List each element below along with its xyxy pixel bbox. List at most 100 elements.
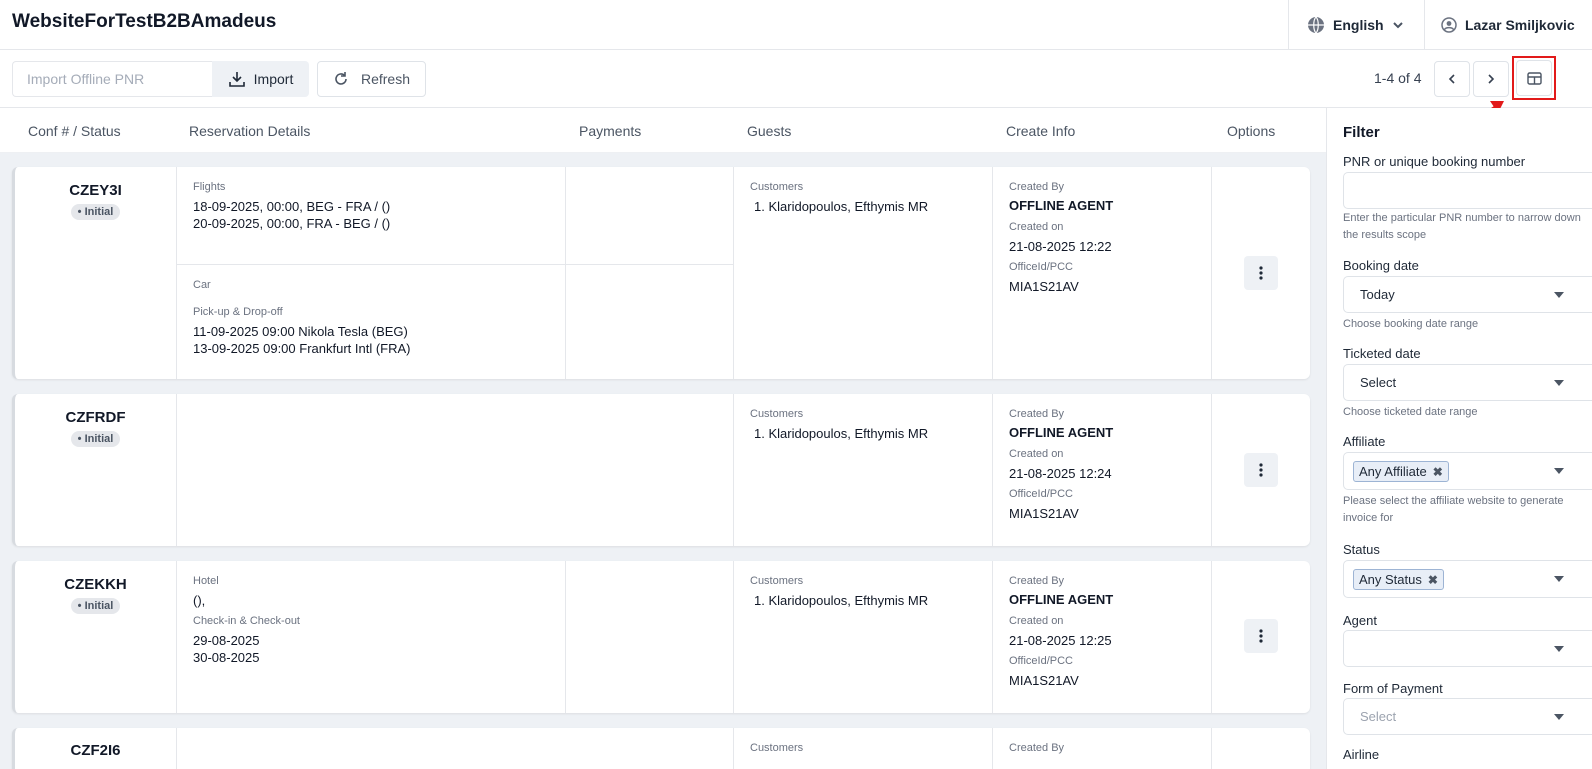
next-page-button[interactable] (1473, 61, 1509, 97)
previous-page-button[interactable] (1434, 61, 1470, 97)
agent-select[interactable] (1343, 630, 1592, 667)
created-by-label: Created By (1009, 742, 1065, 754)
flights-label: Flights (193, 181, 226, 193)
column-create-info: Create Info (1006, 123, 1076, 139)
options-menu-button[interactable] (1244, 453, 1278, 487)
ticketed-date-help: Choose ticketed date range (1343, 406, 1478, 418)
created-by-value: OFFLINE AGENT (1009, 425, 1114, 440)
created-on-value: 21-08-2025 12:22 (1009, 239, 1112, 254)
toolbar: Import Refresh 1-4 of 4 (0, 50, 1592, 108)
more-vertical-icon (1259, 629, 1263, 643)
refresh-button[interactable]: Refresh (317, 61, 426, 97)
user-name: Lazar Smiljkovic (1465, 17, 1575, 33)
chevron-right-icon (1488, 74, 1495, 84)
affiliate-select[interactable]: Any Affiliate ✖ (1343, 452, 1592, 490)
office-id-value: MIA1S21AV (1009, 506, 1079, 521)
pnr-filter-help: Enter the particular PNR number to narro… (1343, 212, 1581, 241)
import-pnr-input[interactable] (12, 61, 212, 97)
remove-tag-icon[interactable]: ✖ (1433, 465, 1443, 479)
created-by-label: Created By (1009, 181, 1065, 193)
status-tag-label: Any Status (1359, 572, 1422, 587)
filter-panel: Filter PNR or unique booking number Ente… (1326, 108, 1592, 769)
options-menu-button[interactable] (1244, 619, 1278, 653)
customer-name: 1. Klaridopoulos, Efthymis MR (754, 426, 929, 441)
customer-name: 1. Klaridopoulos, Efthymis MR (754, 199, 929, 214)
create-info-cell: Created By OFFLINE AGENT Created on 21-0… (993, 167, 1212, 379)
create-info-cell: Created By OFFLINE AGENT Created on 21-0… (993, 561, 1212, 713)
form-of-payment-select[interactable]: Select (1343, 698, 1592, 735)
table-header: Conf # / Status Reservation Details Paym… (0, 108, 1326, 153)
pnr-filter-input[interactable] (1343, 172, 1592, 209)
caret-down-icon (1554, 380, 1564, 386)
user-icon (1441, 17, 1457, 33)
import-button[interactable]: Import (212, 61, 309, 97)
caret-down-icon (1554, 468, 1564, 474)
reservation-details-cell: Flights 18-09-2025, 00:00, BEG - FRA / (… (177, 167, 566, 379)
ticketed-date-label: Ticketed date (1343, 346, 1421, 361)
customers-label: Customers (750, 742, 804, 754)
confirmation-number[interactable]: CZFRDF (15, 409, 176, 426)
import-label: Import (253, 71, 294, 87)
office-id-label: OfficeId/PCC (1009, 488, 1073, 500)
booking-list: CZEY3I • Initial Flights 18-09-2025, 00:… (0, 153, 1326, 769)
reservation-details-cell (177, 728, 734, 769)
booking-card: CZEKKH • Initial Hotel (), Check-in & Ch… (12, 561, 1310, 713)
reservation-details-cell: Hotel (), Check-in & Check-out 29-08-202… (177, 561, 566, 713)
office-id-value: MIA1S21AV (1009, 673, 1079, 688)
download-icon (228, 72, 245, 87)
customer-name: 1. Klaridopoulos, Efthymis MR (754, 593, 929, 608)
column-guests: Guests (747, 123, 792, 139)
globe-icon (1308, 16, 1324, 34)
chevron-left-icon (1448, 74, 1455, 84)
affiliate-help: Please select the affiliate website to g… (1343, 495, 1564, 524)
options-cell (1212, 561, 1310, 713)
conf-status-cell: CZEKKH • Initial (15, 561, 177, 713)
customers-label: Customers (750, 408, 804, 420)
table-view-toggle-button[interactable] (1512, 56, 1556, 100)
checkin-checkout-label: Check-in & Check-out (193, 615, 300, 627)
booking-date-label: Booking date (1343, 258, 1419, 273)
confirmation-number[interactable]: CZF2I6 (15, 742, 176, 759)
ticketed-date-select[interactable]: Select (1343, 364, 1592, 401)
affiliate-tag-label: Any Affiliate (1359, 464, 1427, 479)
section-divider (177, 264, 565, 265)
remove-tag-icon[interactable]: ✖ (1428, 573, 1438, 587)
caret-down-icon (1554, 714, 1564, 720)
booking-date-select[interactable]: Today (1343, 276, 1592, 313)
car-dropoff: 13-09-2025 09:00 Frankfurt Intl (FRA) (193, 341, 411, 356)
car-pickup: 11-09-2025 09:00 Nikola Tesla (BEG) (193, 324, 408, 339)
office-id-value: MIA1S21AV (1009, 279, 1079, 294)
section-divider (566, 264, 733, 265)
status-select[interactable]: Any Status ✖ (1343, 560, 1592, 598)
confirmation-number[interactable]: CZEY3I (15, 182, 176, 199)
affiliate-tag: Any Affiliate ✖ (1353, 461, 1449, 482)
created-by-label: Created By (1009, 575, 1065, 587)
created-on-value: 21-08-2025 12:25 (1009, 633, 1112, 648)
more-vertical-icon (1259, 266, 1263, 280)
refresh-icon (335, 72, 347, 85)
options-menu-button[interactable] (1244, 256, 1278, 290)
column-payments: Payments (579, 123, 642, 139)
app-title: WebsiteForTestB2BAmadeus (12, 11, 277, 32)
pickup-dropoff-label: Pick-up & Drop-off (193, 306, 283, 318)
status-label: Status (1343, 542, 1380, 557)
filter-title: Filter (1343, 124, 1380, 141)
language-label: English (1333, 17, 1384, 33)
language-selector[interactable]: English (1288, 0, 1424, 50)
user-menu[interactable]: Lazar Smiljkovic (1424, 0, 1592, 50)
caret-down-icon (1554, 292, 1564, 298)
created-by-label: Created By (1009, 408, 1065, 420)
form-of-payment-label: Form of Payment (1343, 681, 1443, 696)
create-info-cell: Created By OFFLINE AGENT Created on 21-0… (993, 394, 1212, 546)
created-on-label: Created on (1009, 615, 1064, 627)
confirmation-number[interactable]: CZEKKH (15, 576, 176, 593)
agent-label: Agent (1343, 613, 1377, 628)
pnr-filter-label: PNR or unique booking number (1343, 154, 1526, 169)
caret-down-icon (1554, 576, 1564, 582)
payments-cell (566, 167, 734, 379)
checkin-date: 29-08-2025 (193, 633, 260, 648)
created-by-value: OFFLINE AGENT (1009, 198, 1114, 213)
hotel-name: (), (193, 593, 206, 608)
table-icon (1526, 71, 1542, 85)
pagination-info: 1-4 of 4 (1374, 70, 1422, 86)
